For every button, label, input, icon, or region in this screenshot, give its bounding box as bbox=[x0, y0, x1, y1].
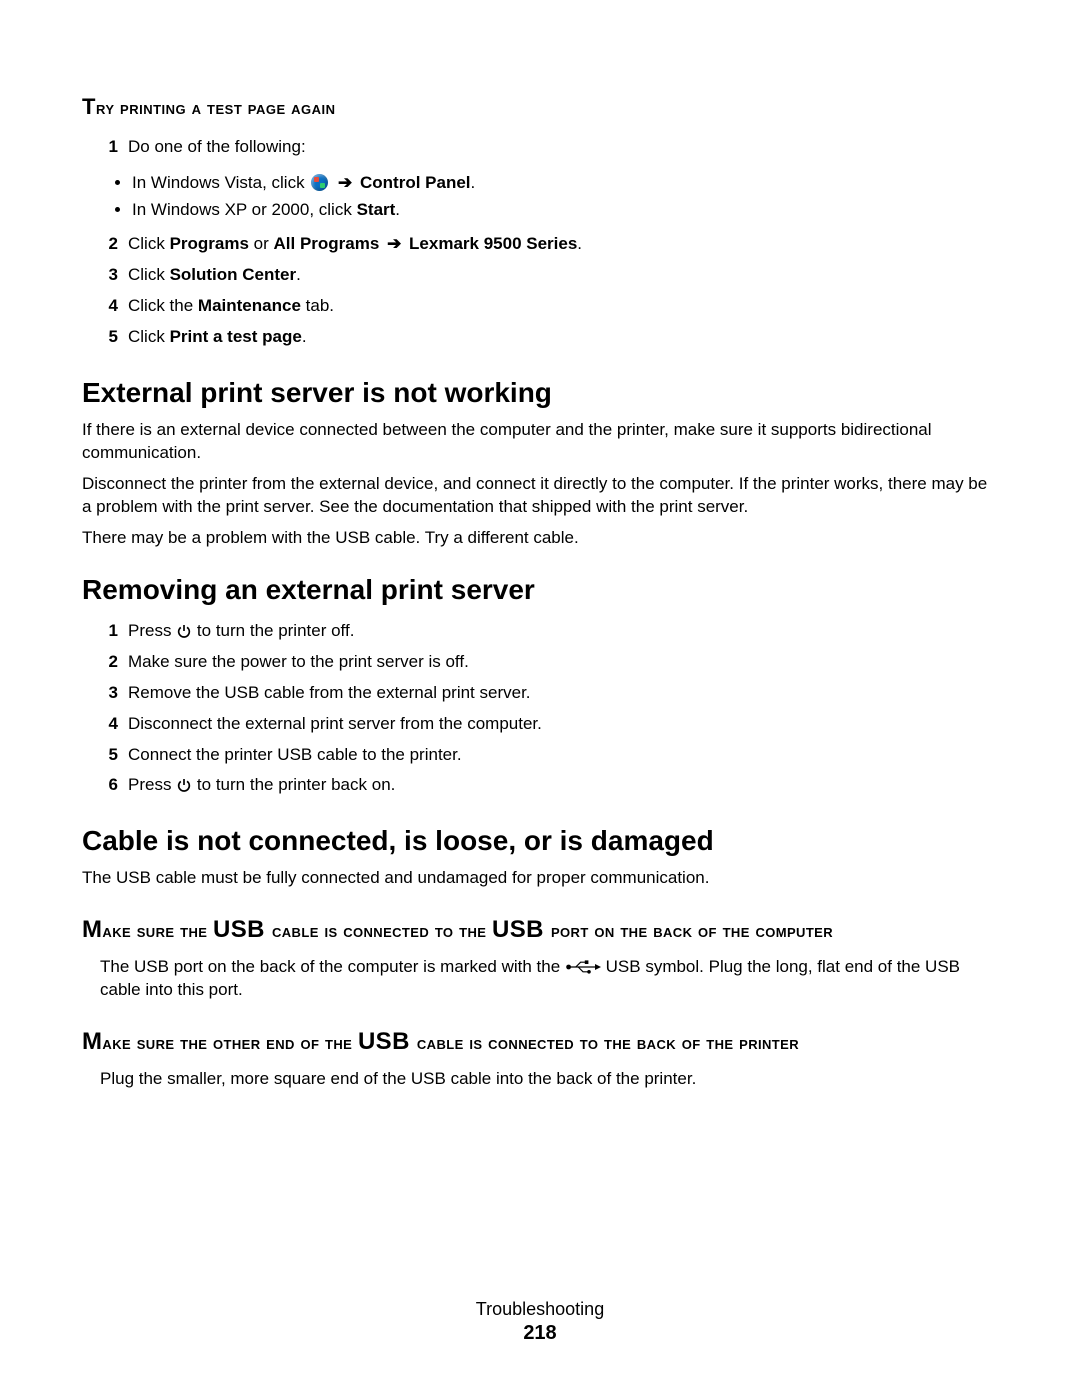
step: 5 Connect the printer USB cable to the p… bbox=[82, 740, 998, 771]
paragraph: If there is an external device connected… bbox=[82, 419, 998, 465]
step-text: Do one of the following: bbox=[128, 136, 998, 159]
step-5: 5 Click Print a test page. bbox=[82, 322, 998, 353]
step: 2 Make sure the power to the print serve… bbox=[82, 647, 998, 678]
heading-removing-external: Removing an external print server bbox=[82, 574, 998, 606]
heading-external-print-server: External print server is not working bbox=[82, 377, 998, 409]
power-icon bbox=[176, 623, 192, 639]
usb-icon bbox=[565, 959, 601, 975]
step-text: Press to turn the printer back on. bbox=[128, 774, 998, 797]
paragraph: Plug the smaller, more square end of the… bbox=[82, 1068, 998, 1091]
power-icon bbox=[176, 777, 192, 793]
step-number: 6 bbox=[82, 774, 118, 797]
windows-vista-start-icon bbox=[311, 174, 328, 191]
step-number: 5 bbox=[82, 744, 118, 767]
step-number: 5 bbox=[82, 326, 118, 349]
document-page: Try printing a test page again 1 Do one … bbox=[0, 0, 1080, 1397]
heading-try-printing: Try printing a test page again bbox=[82, 94, 998, 120]
bullet-xp: In Windows XP or 2000, click Start. bbox=[132, 196, 998, 223]
step-text: Make sure the power to the print server … bbox=[128, 651, 998, 674]
steps-list-3: 1 Press to turn the printer off. 2 Make … bbox=[82, 616, 998, 802]
step-text: Click Print a test page. bbox=[128, 326, 998, 349]
bullet-vista: In Windows Vista, click ➔ Control Panel. bbox=[132, 169, 998, 196]
step-text: Press to turn the printer off. bbox=[128, 620, 998, 643]
paragraph: Disconnect the printer from the external… bbox=[82, 473, 998, 519]
step-2: 2 Click Programs or All Programs ➔ Lexma… bbox=[82, 229, 998, 260]
step-number: 2 bbox=[82, 651, 118, 674]
step-text: Connect the printer USB cable to the pri… bbox=[128, 744, 998, 767]
sub-bullets: In Windows Vista, click ➔ Control Panel.… bbox=[82, 169, 998, 223]
subheading-usb-computer: Make sure the USB cable is connected to … bbox=[82, 916, 998, 944]
text-bold: Start bbox=[357, 200, 396, 219]
step: 3 Remove the USB cable from the external… bbox=[82, 678, 998, 709]
arrow-icon: ➔ bbox=[338, 169, 352, 196]
subheading-usb-printer: Make sure the other end of the USB cable… bbox=[82, 1028, 998, 1056]
step: 4 Disconnect the external print server f… bbox=[82, 709, 998, 740]
paragraph: The USB cable must be fully connected an… bbox=[82, 867, 998, 890]
step-number: 3 bbox=[82, 682, 118, 705]
steps-list-1: 1 Do one of the following: bbox=[82, 132, 998, 163]
steps-list-1b: 2 Click Programs or All Programs ➔ Lexma… bbox=[82, 229, 998, 353]
step-number: 1 bbox=[82, 620, 118, 643]
step-number: 4 bbox=[82, 713, 118, 736]
text: In Windows Vista, click bbox=[132, 173, 309, 192]
paragraph: The USB port on the back of the computer… bbox=[82, 956, 998, 1002]
step: 1 Press to turn the printer off. bbox=[82, 616, 998, 647]
step-text: Click Programs or All Programs ➔ Lexmark… bbox=[128, 233, 998, 256]
text-bold: Control Panel bbox=[360, 173, 471, 192]
step-number: 1 bbox=[82, 136, 118, 159]
step-number: 2 bbox=[82, 233, 118, 256]
step-text: Remove the USB cable from the external p… bbox=[128, 682, 998, 705]
step-text: Click the Maintenance tab. bbox=[128, 295, 998, 318]
step-4: 4 Click the Maintenance tab. bbox=[82, 291, 998, 322]
arrow-icon: ➔ bbox=[387, 233, 401, 256]
text: In Windows XP or 2000, click bbox=[132, 200, 357, 219]
step-number: 3 bbox=[82, 264, 118, 287]
paragraph: There may be a problem with the USB cabl… bbox=[82, 527, 998, 550]
heading-cable-not-connected: Cable is not connected, is loose, or is … bbox=[82, 825, 998, 857]
step-number: 4 bbox=[82, 295, 118, 318]
step-3: 3 Click Solution Center. bbox=[82, 260, 998, 291]
page-number: 218 bbox=[0, 1322, 1080, 1345]
step-text: Disconnect the external print server fro… bbox=[128, 713, 998, 736]
page-footer: Troubleshooting 218 bbox=[0, 1299, 1080, 1345]
step-1: 1 Do one of the following: bbox=[82, 132, 998, 163]
step: 6 Press to turn the printer back on. bbox=[82, 770, 998, 801]
step-text: Click Solution Center. bbox=[128, 264, 998, 287]
footer-label: Troubleshooting bbox=[0, 1299, 1080, 1320]
